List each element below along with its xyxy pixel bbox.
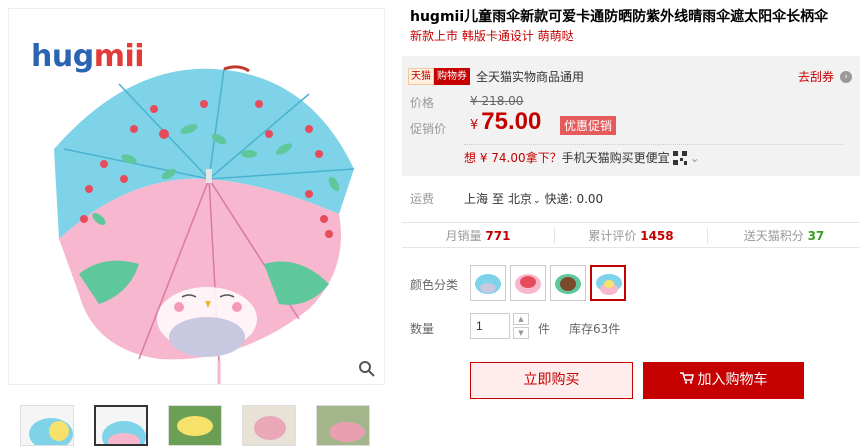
mobile-offer[interactable]: 想 ¥ 74.00拿下？ 手机天猫购买更便宜 ⌄ xyxy=(464,144,844,166)
color-option-selected[interactable] xyxy=(590,265,626,301)
destination-select[interactable]: 北京⌄ xyxy=(508,190,541,207)
tmall-tag: 天猫 xyxy=(408,67,434,85)
color-option[interactable] xyxy=(470,265,506,301)
promo-price: ¥ 75.00 xyxy=(470,108,542,135)
price-panel: 天猫 购物券 全天猫实物商品通用 去刮券 › 价格 ¥ 218.00 促销价 ¥… xyxy=(402,56,860,176)
increase-button[interactable]: ▲ xyxy=(513,313,529,325)
color-options xyxy=(470,265,626,301)
cart-icon xyxy=(679,372,694,384)
shipping-label: 运费 xyxy=(410,192,435,206)
thumbnail[interactable] xyxy=(242,405,296,446)
quantity-unit: 件 xyxy=(538,322,551,336)
buy-now-button[interactable]: 立即购买 xyxy=(470,362,633,399)
tmall-points: 送天猫积分 37 xyxy=(743,228,825,243)
quantity-label: 数量 xyxy=(410,322,435,336)
thumbnail[interactable] xyxy=(168,405,222,446)
quantity-stepper: ▲ ▼ xyxy=(513,313,529,339)
add-to-cart-button[interactable]: 加入购物车 xyxy=(643,362,804,399)
product-subtitle: 新款上市 韩版卡通设计 萌萌哒 xyxy=(410,29,574,43)
product-title: hugmii儿童雨伞新款可爱卡通防晒防紫外线晴雨伞遮太阳伞长柄伞 xyxy=(410,9,829,25)
main-product-image[interactable]: hugmii xyxy=(8,8,385,385)
thumbnail[interactable] xyxy=(20,405,74,446)
chevron-down-icon: ⌄ xyxy=(689,150,700,165)
stock-count: 库存63件 xyxy=(569,322,621,336)
sales-stats: 月销量 771 累计评价 1458 送天猫积分 37 xyxy=(402,222,860,248)
promo-price-label: 促销价 xyxy=(410,122,447,136)
price-label: 价格 xyxy=(410,96,435,110)
promo-badge: 优惠促销 xyxy=(560,116,617,135)
umbrella-illustration xyxy=(54,65,355,384)
chevron-right-icon: › xyxy=(840,70,852,83)
color-label: 颜色分类 xyxy=(410,278,459,292)
shipping-info: 上海 至 北京⌄ 快递: 0.00 xyxy=(464,190,604,207)
magnifier-icon[interactable] xyxy=(358,360,376,378)
coupon-row: 天猫 购物券 全天猫实物商品通用 xyxy=(408,66,584,86)
coupon-tag: 购物券 xyxy=(434,67,470,85)
thumbnail[interactable] xyxy=(316,405,370,446)
review-count[interactable]: 累计评价 1458 xyxy=(555,226,708,244)
coupon-text: 全天猫实物商品通用 xyxy=(476,69,585,84)
thumbnail[interactable] xyxy=(94,405,148,446)
qr-code-icon xyxy=(672,150,687,165)
color-option[interactable] xyxy=(510,265,546,301)
monthly-sales: 月销量 771 xyxy=(402,226,555,244)
quantity-input[interactable] xyxy=(470,313,510,339)
decrease-button[interactable]: ▼ xyxy=(513,327,529,339)
get-coupon-link[interactable]: 去刮券 › xyxy=(798,68,852,85)
color-option[interactable] xyxy=(550,265,586,301)
original-price: ¥ 218.00 xyxy=(470,94,524,108)
thumbnail-strip xyxy=(20,405,380,446)
chevron-down-icon: ⌄ xyxy=(533,196,541,206)
